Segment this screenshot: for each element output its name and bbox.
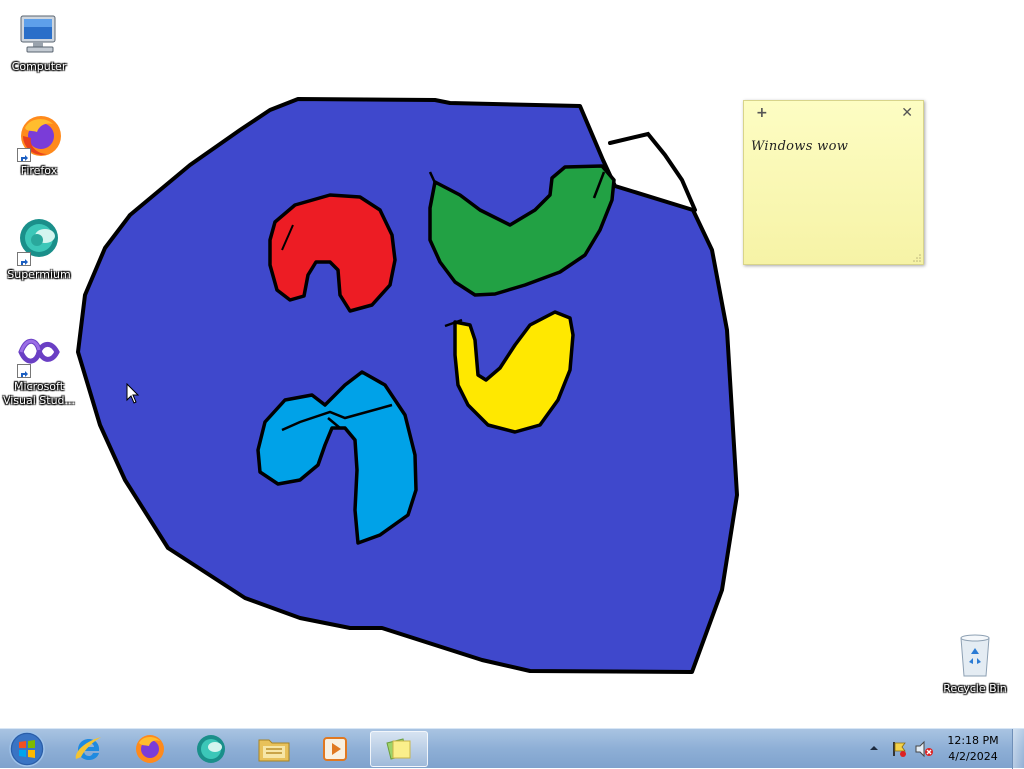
action-center-flag-icon[interactable]	[890, 740, 908, 758]
sticky-note-text[interactable]: Windows wow	[751, 139, 848, 154]
blue-blob-shape	[76, 97, 739, 674]
windows-logo-icon	[9, 731, 45, 767]
taskbar-supermium[interactable]	[184, 731, 238, 767]
show-hidden-icons-chevron-icon[interactable]	[869, 744, 879, 752]
recycle-bin-icon	[951, 632, 999, 680]
resize-grip-icon[interactable]	[913, 254, 921, 262]
shortcut-arrow-icon	[17, 148, 31, 162]
desktop-icon-recycle-bin[interactable]: Recycle Bin	[937, 632, 1013, 696]
plus-icon[interactable]: +	[756, 105, 768, 121]
clock-time: 12:18 PM	[947, 734, 999, 747]
folder-icon	[258, 739, 290, 762]
taskbar: 12:18 PM 4/2/2024	[0, 728, 1024, 769]
sticky-note-titlebar[interactable]: + ✕	[744, 101, 923, 127]
sticky-note[interactable]: + ✕ Windows wow	[743, 100, 924, 265]
taskbar-windows-explorer[interactable]	[247, 731, 301, 767]
mouse-cursor-icon	[126, 383, 140, 404]
desktop-icon-label: Recycle Bin	[943, 682, 1007, 695]
volume-muted-icon[interactable]	[914, 740, 934, 758]
desktop-icon-firefox[interactable]: Firefox	[1, 114, 77, 178]
sticky-notes-icon	[386, 738, 411, 760]
internet-explorer-icon	[75, 737, 101, 760]
shortcut-arrow-icon	[17, 364, 31, 378]
start-button[interactable]	[4, 730, 50, 768]
taskbar-internet-explorer[interactable]	[62, 731, 116, 767]
clock-date: 4/2/2024	[948, 750, 998, 763]
computer-icon	[15, 10, 63, 58]
supermium-icon	[15, 218, 63, 266]
desktop-icon-supermium[interactable]: Supermium	[1, 218, 77, 282]
firefox-icon	[15, 114, 63, 162]
desktop-icon-label: Microsoft Visual Stud...	[2, 380, 76, 407]
desktop-icon-label: Computer	[11, 60, 67, 73]
desktop-icon-visual-studio[interactable]: Microsoft Visual Stud...	[1, 330, 77, 408]
taskbar-clock[interactable]: 12:18 PM 4/2/2024	[937, 733, 1009, 765]
desktop-icon-label: Firefox	[20, 164, 58, 177]
desktop-icon-label: Supermium	[7, 268, 71, 281]
shortcut-arrow-icon	[17, 252, 31, 266]
taskbar-sticky-notes[interactable]	[370, 731, 428, 767]
desktop-icon-computer[interactable]: Computer	[1, 10, 77, 74]
close-icon[interactable]: ✕	[901, 105, 913, 121]
taskbar-firefox[interactable]	[123, 731, 177, 767]
supermium-icon	[197, 735, 225, 763]
media-player-icon	[323, 737, 347, 761]
taskbar-media-player[interactable]	[308, 731, 362, 767]
show-desktop-button[interactable]	[1012, 729, 1024, 769]
firefox-icon	[136, 735, 164, 763]
visual-studio-icon	[15, 330, 63, 378]
